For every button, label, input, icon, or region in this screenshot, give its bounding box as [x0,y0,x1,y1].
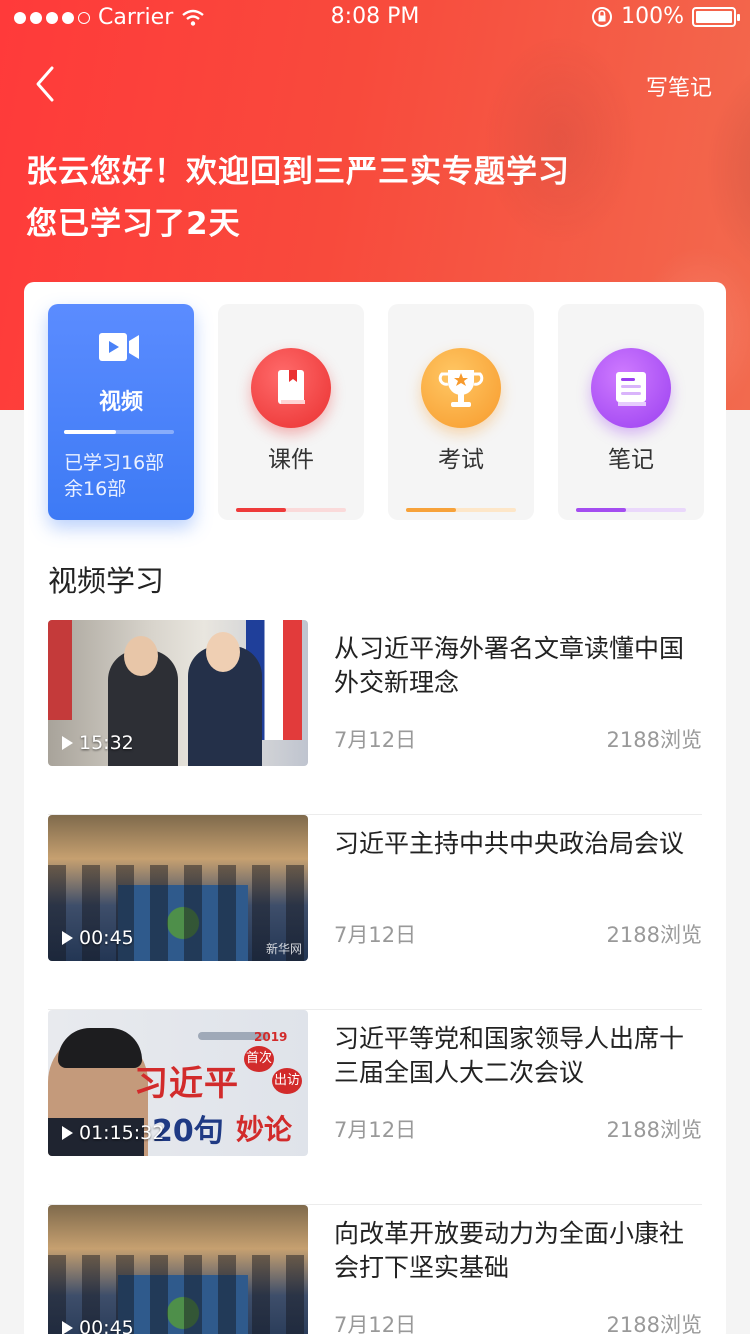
video-thumbnail: 新华网 00:45 [48,815,308,961]
video-duration: 15:32 [62,732,134,754]
video-item[interactable]: 00:45 向改革开放要动力为全面小康社会打下坚实基础 7月12日 2188浏览 [48,1205,702,1334]
tab-video-label: 视频 [98,390,143,415]
video-list: 15:32 从习近平海外署名文章读懂中国外交新理念 7月12日 2188浏览 新… [48,620,702,1334]
video-views: 2188浏览 [606,728,702,752]
video-views: 2188浏览 [606,923,702,947]
chevron-left-icon [36,66,54,102]
video-thumbnail: 2019 习近平 首次 出访 20句 妙论 01:15:32 [48,1010,308,1156]
video-item[interactable]: 新华网 00:45 习近平主持中共中央政治局会议 7月12日 2188浏览 [48,815,702,1010]
category-tabs: 视频 已学习16部 余16部 课件 考试 笔记 [48,304,704,520]
tab-exam[interactable]: 考试 [388,304,534,520]
study-days-text: 您已学习了2天 [26,206,241,242]
tab-courseware[interactable]: 课件 [218,304,364,520]
play-icon [62,736,73,750]
book-icon [251,348,331,428]
tab-exam-progress [406,508,516,512]
tab-courseware-label: 课件 [268,447,314,473]
video-thumbnail: 15:32 [48,620,308,766]
back-button[interactable] [30,62,70,106]
video-views: 2188浏览 [606,1118,702,1142]
video-camera-icon [99,333,139,361]
video-date: 7月12日 [334,728,417,752]
video-date: 7月12日 [334,1118,417,1142]
watermark-text: 新华网 [265,942,302,956]
trophy-icon [421,348,501,428]
tab-notes-label: 笔记 [608,447,654,473]
tab-exam-label: 考试 [438,447,484,473]
status-right: 100% [591,4,740,29]
tab-courseware-progress [236,508,346,512]
video-title: 向改革开放要动力为全面小康社会打下坚实基础 [334,1219,685,1282]
tab-video-studied: 已学习16部 [64,452,165,474]
greeting-text: 张云您好！欢迎回到三严三实专题学习 [26,154,570,190]
video-item[interactable]: 15:32 从习近平海外署名文章读懂中国外交新理念 7月12日 2188浏览 [48,620,702,815]
main-card: 视频 已学习16部 余16部 课件 考试 笔记 视频学习 15:32 从习近平海… [24,282,726,1334]
play-icon [62,1321,73,1334]
video-title: 习近平等党和国家领导人出席十三届全国人大二次会议 [334,1024,685,1087]
video-duration: 00:45 [62,1317,134,1334]
video-date: 7月12日 [334,1313,417,1334]
video-title: 从习近平海外署名文章读懂中国外交新理念 [334,634,685,697]
tab-video-progress [64,430,174,434]
video-views: 2188浏览 [606,1313,702,1334]
orientation-lock-icon [592,6,613,27]
write-note-button[interactable]: 写笔记 [646,70,712,102]
tab-video[interactable]: 视频 已学习16部 余16部 [48,304,194,520]
tab-video-remaining: 余16部 [64,478,127,500]
video-duration: 01:15:32 [62,1122,164,1144]
battery-icon [692,6,740,27]
video-title: 习近平主持中共中央政治局会议 [334,829,685,858]
video-item[interactable]: 2019 习近平 首次 出访 20句 妙论 01:15:32 习近平等党和国家领… [48,1010,702,1205]
tab-notes-progress [576,508,686,512]
play-icon [62,931,73,945]
section-title: 视频学习 [48,564,165,598]
battery-percent: 100% [621,4,684,29]
play-icon [62,1126,73,1140]
status-bar: Carrier 8:08 PM 100% [0,0,750,36]
video-duration: 00:45 [62,927,134,949]
notebook-icon [591,348,671,428]
video-date: 7月12日 [334,923,417,947]
video-thumbnail: 00:45 [48,1205,308,1334]
tab-notes[interactable]: 笔记 [558,304,704,520]
